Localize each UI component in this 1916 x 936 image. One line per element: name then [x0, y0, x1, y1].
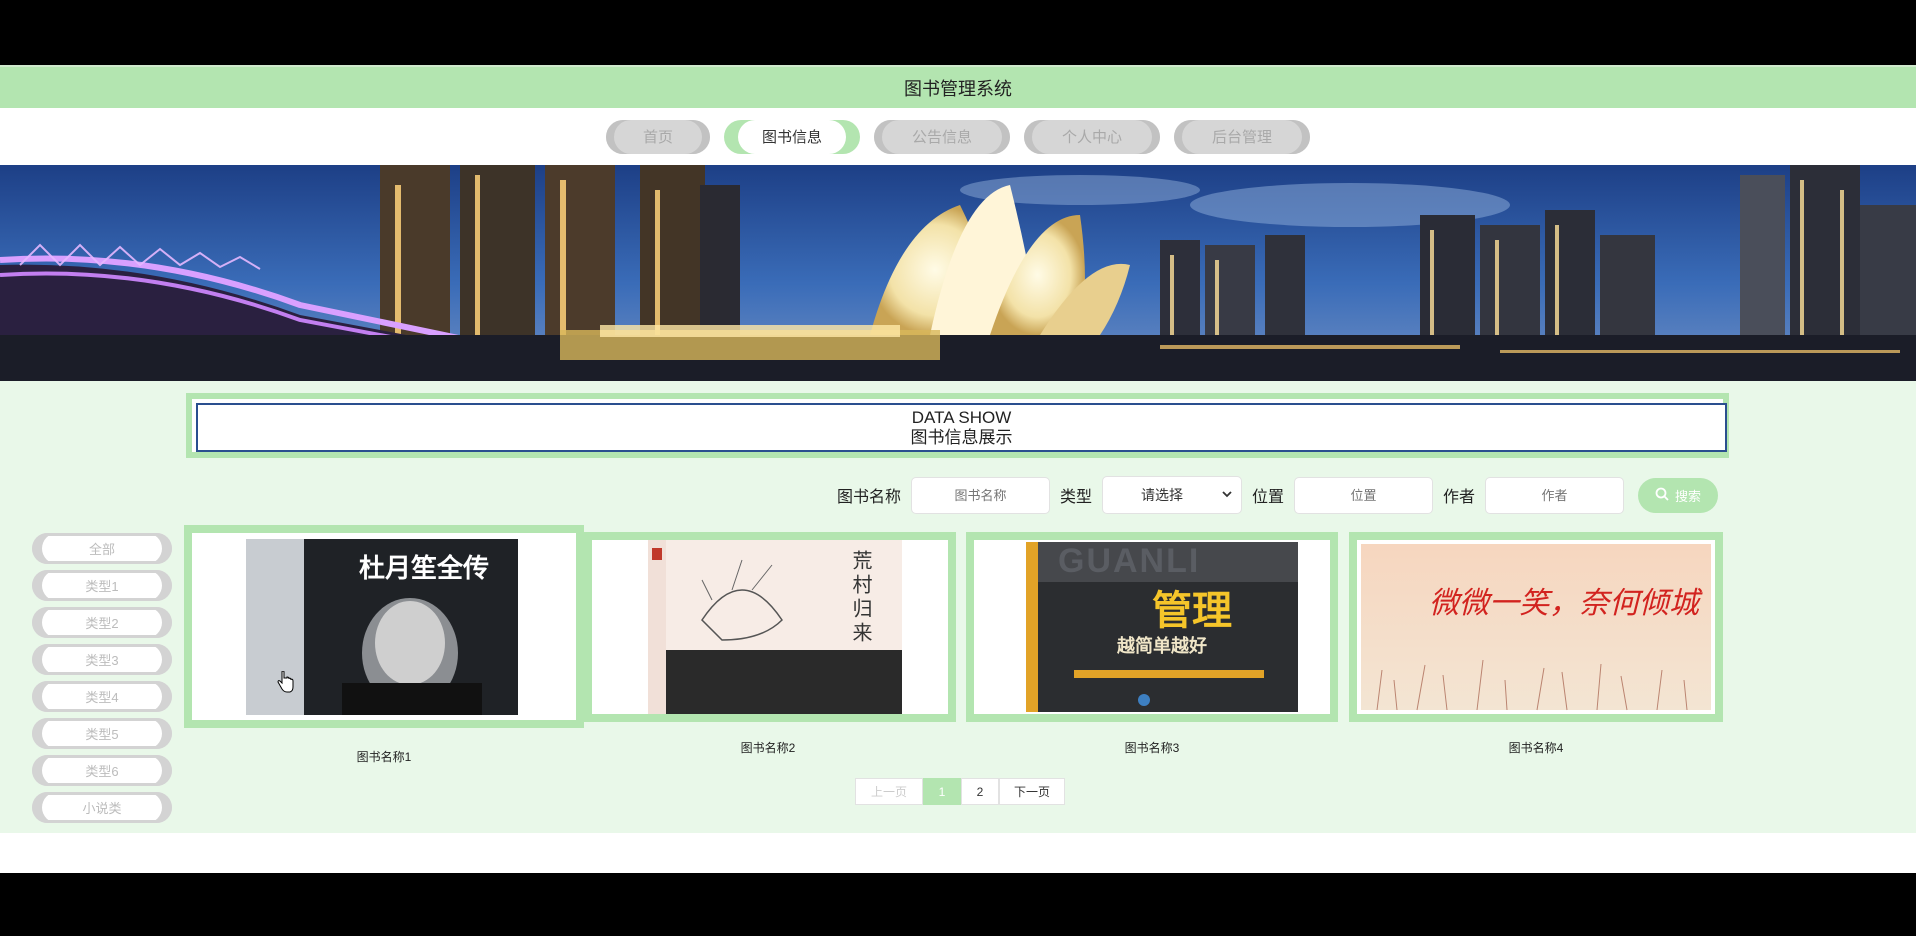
category-sidebar: 全部 类型1 类型2 类型3 类型4 类型5 类型6 小说类 — [32, 533, 172, 829]
section-header: DATA SHOW 图书信息展示 — [186, 393, 1729, 458]
nav-book-info[interactable]: 图书信息 — [724, 119, 860, 154]
author-input[interactable] — [1485, 476, 1624, 514]
nav-admin[interactable]: 后台管理 — [1174, 119, 1310, 154]
book-name-4[interactable]: 图书名称4 — [1436, 739, 1636, 756]
location-input[interactable] — [1293, 476, 1433, 514]
search-bar: 图书名称 类型 请选择 位置 作者 搜索 — [837, 476, 1718, 514]
main-content: DATA SHOW 图书信息展示 图书名称 类型 请选择 位置 作者 — [0, 381, 1916, 833]
book-cover-title-3: 管理 — [1152, 589, 1232, 633]
category-novel[interactable]: 小说类 — [32, 792, 172, 823]
category-type5[interactable]: 类型5 — [32, 718, 172, 749]
location-label: 位置 — [1251, 489, 1284, 506]
header-bar: 图书管理系统 — [0, 65, 1916, 108]
book-cover-2[interactable] — [584, 532, 956, 722]
nav-home[interactable]: 首页 — [606, 119, 710, 154]
main-nav: 首页 图书信息 公告信息 个人中心 后台管理 — [0, 108, 1916, 165]
type-select[interactable]: 请选择 — [1101, 476, 1242, 514]
search-icon — [1655, 487, 1669, 504]
nav-profile[interactable]: 个人中心 — [1024, 119, 1160, 154]
book-card-2[interactable]: 荒村归来 — [584, 532, 956, 722]
footer-band — [0, 833, 1916, 873]
book-name-2[interactable]: 图书名称2 — [668, 739, 868, 756]
book-name-input[interactable] — [910, 476, 1050, 514]
book-name-1[interactable]: 图书名称1 — [284, 748, 484, 765]
search-button-label: 搜索 — [1674, 488, 1701, 504]
type-select-value: 请选择 — [1140, 487, 1183, 503]
book-name-3[interactable]: 图书名称3 — [1052, 739, 1252, 756]
pagination: 上一页 1 2 下一页 — [855, 778, 1065, 805]
page-title: 图书管理系统 — [904, 78, 1012, 99]
mouse-cursor-icon — [276, 670, 294, 698]
section-title-cn: 图书信息展示 — [910, 427, 1013, 447]
category-type4[interactable]: 类型4 — [32, 681, 172, 712]
section-title-en: DATA SHOW — [911, 407, 1012, 427]
book-card-3[interactable]: GUANLI 管理 越简单越好 — [966, 532, 1338, 722]
book-cover-4[interactable] — [1349, 532, 1723, 722]
book-cover-title-1: 杜月笙全传 — [358, 553, 489, 583]
author-label: 作者 — [1442, 489, 1475, 506]
category-type6[interactable]: 类型6 — [32, 755, 172, 786]
page-1-button[interactable]: 1 — [923, 778, 961, 805]
next-page-button[interactable]: 下一页 — [999, 778, 1065, 805]
category-type3[interactable]: 类型3 — [32, 644, 172, 675]
app-frame: 图书管理系统 首页 图书信息 公告信息 个人中心 后台管理 DATA SHOW … — [0, 0, 1916, 936]
book-card-4[interactable]: 微微一笑，奈何倾城 — [1349, 532, 1723, 722]
category-type2[interactable]: 类型2 — [32, 607, 172, 638]
book-card-1[interactable]: 杜月笙全传 — [184, 525, 584, 728]
book-cover-bg-text-3: GUANLI — [1058, 542, 1201, 580]
city-banner-image — [0, 165, 1916, 381]
nav-notice[interactable]: 公告信息 — [874, 119, 1010, 154]
prev-page-button[interactable]: 上一页 — [855, 778, 923, 805]
type-label: 类型 — [1059, 489, 1092, 506]
search-button[interactable]: 搜索 — [1638, 477, 1718, 513]
page-2-button[interactable]: 2 — [961, 778, 999, 805]
book-cover-title-4: 微微一笑，奈何倾城 — [1429, 586, 1699, 621]
book-name-label: 图书名称 — [836, 489, 901, 506]
chevron-down-icon — [1221, 487, 1233, 503]
book-cover-subtitle-3: 越简单越好 — [1117, 636, 1207, 656]
book-cover-title-2: 荒村归来 — [849, 550, 871, 646]
category-all[interactable]: 全部 — [32, 533, 172, 564]
category-type1[interactable]: 类型1 — [32, 570, 172, 601]
